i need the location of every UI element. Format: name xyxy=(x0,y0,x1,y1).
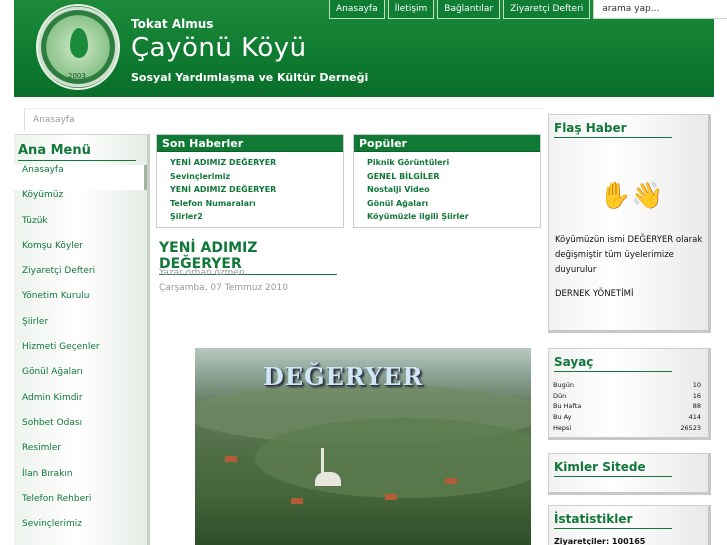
menu-item-yonetim-kurulu[interactable]: Yönetim Kurulu xyxy=(14,291,147,316)
counter-row: Bugün 10 xyxy=(553,381,701,390)
popular-box: Popüler Piknik Görüntüleri GENEL BİLGİLE… xyxy=(353,134,541,228)
counter-row: Bu Hafta 88 xyxy=(553,402,701,411)
nav-ziyaretci-defteri[interactable]: Ziyaretçi Defteri xyxy=(503,0,591,19)
nav-baglantilar[interactable]: Bağlantılar xyxy=(437,0,501,19)
news-box: Son Haberler YENİ ADIMIZ DEĞERYER Sevinç… xyxy=(156,134,344,228)
news-item[interactable]: YENİ ADIMIZ DEĞERYER xyxy=(170,183,343,197)
popular-box-title: Popüler xyxy=(354,135,540,152)
counter-row: Hepsi 26523 xyxy=(553,423,701,432)
nav-iletisim[interactable]: İletişim xyxy=(387,0,435,19)
menu-item-koyumuz[interactable]: Köyümüz xyxy=(14,190,147,215)
popular-item[interactable]: GENEL BİLGİLER xyxy=(367,170,540,184)
menu-item-siirler[interactable]: Şiirler xyxy=(14,317,147,342)
site-header: 2003 Tokat Almus Çayönü Köyü Sosyal Yard… xyxy=(14,0,727,97)
top-navigation: Anasayfa İletişim Bağlantılar Ziyaretçi … xyxy=(329,0,727,19)
popular-item[interactable]: Nostalji Video xyxy=(367,183,540,197)
mosque xyxy=(315,472,341,486)
main-menu-title: Ana Menü xyxy=(18,143,136,161)
counter-row: Bu Ay 414 xyxy=(553,413,701,422)
site-location: Tokat Almus xyxy=(131,17,214,31)
nav-anasayfa[interactable]: Anasayfa xyxy=(329,0,385,19)
menu-item-telefon-rehberi[interactable]: Telefon Rehberi xyxy=(14,494,147,519)
who-is-online-panel: Kimler Sitede xyxy=(548,453,711,495)
logo-year: 2003 xyxy=(68,72,86,80)
menu-item-hizmeti-gecenler[interactable]: Hizmeti Geçenler xyxy=(14,342,147,367)
news-item[interactable]: Şiirler2 xyxy=(170,210,343,224)
page: 2003 Tokat Almus Çayönü Köyü Sosyal Yard… xyxy=(0,0,727,545)
site-title[interactable]: Çayönü Köyü xyxy=(131,33,307,63)
flash-news-message: Köyümüzün ismi DEĞERYER olarak değişmişt… xyxy=(555,235,703,275)
article-date: Çarşamba, 07 Temmuz 2010 xyxy=(159,283,288,293)
counter-title: Sayaç xyxy=(554,355,672,372)
menu-item-ziyaretci-defteri[interactable]: Ziyaretçi Defteri xyxy=(14,266,147,291)
menu-item-resimler[interactable]: Resimler xyxy=(14,443,147,468)
flash-news-title: Flaş Haber xyxy=(554,121,672,138)
breadcrumb[interactable]: Anasayfa xyxy=(24,108,544,131)
menu-item-ilan-birakin[interactable]: İlan Bırakın xyxy=(14,469,147,494)
news-item[interactable]: Telefon Numaraları xyxy=(170,197,343,211)
menu-item-tuzuk[interactable]: Tüzük xyxy=(14,216,147,241)
flash-news-signature: DERNEK YÖNETİMİ xyxy=(555,289,634,299)
association-logo[interactable]: 2003 xyxy=(36,4,120,90)
main-menu: Ana Menü Anasayfa Köyümüz Tüzük Komşu Kö… xyxy=(14,134,150,545)
counter-row: Dün 16 xyxy=(553,391,701,400)
menu-item-gonul-agalari[interactable]: Gönül Ağaları xyxy=(14,367,147,392)
counter-table: Bugün 10 Dün 16 Bu Hafta 88 Bu Ay 414 Hepsi 2… xyxy=(553,380,701,433)
waving-hands-icon: ✋👋 xyxy=(599,181,664,211)
menu-item-komsu-koyler[interactable]: Komşu Köyler xyxy=(14,241,147,266)
article-author: Yazar orhan özmen xyxy=(159,268,245,278)
popular-item[interactable]: Köyümüzle ilgili Şiirler xyxy=(367,210,540,224)
article-photo: DEĞERYER xyxy=(195,348,531,545)
photo-caption: DEĞERYER xyxy=(263,362,424,391)
menu-item-admin-kimdir[interactable]: Admin Kimdir xyxy=(14,393,147,418)
menu-item-sevinclerimiz[interactable]: Sevinçlerimiz xyxy=(14,519,147,544)
news-item[interactable]: Sevinçlerimiz xyxy=(170,170,343,184)
site-subtitle: Sosyal Yardımlaşma ve Kültür Derneği xyxy=(131,71,369,84)
popular-item[interactable]: Piknik Görüntüleri xyxy=(367,156,540,170)
news-box-title: Son Haberler xyxy=(157,135,343,152)
counter-panel: Sayaç Bugün 10 Dün 16 Bu Hafta 88 Bu Ay 414 … xyxy=(548,348,711,440)
news-item[interactable]: YENİ ADIMIZ DEĞERYER xyxy=(170,156,343,170)
statistics-title: İstatistikler xyxy=(554,512,672,529)
who-is-online-title: Kimler Sitede xyxy=(554,460,672,477)
popular-item[interactable]: Gönül Ağaları xyxy=(367,197,540,211)
search-input[interactable]: arama yap... xyxy=(593,0,727,19)
menu-item-anasayfa[interactable]: Anasayfa xyxy=(14,165,147,191)
menu-item-sohbet-odasi[interactable]: Sohbet Odası xyxy=(14,418,147,443)
visitor-count: Ziyaretçiler: 100165 xyxy=(554,537,646,545)
leaf-icon xyxy=(70,28,88,58)
flash-news-panel: Flaş Haber ✋👋 Köyümüzün ismi DEĞERYER ol… xyxy=(548,114,711,333)
statistics-panel: İstatistikler Ziyaretçiler: 100165 xyxy=(548,505,711,545)
